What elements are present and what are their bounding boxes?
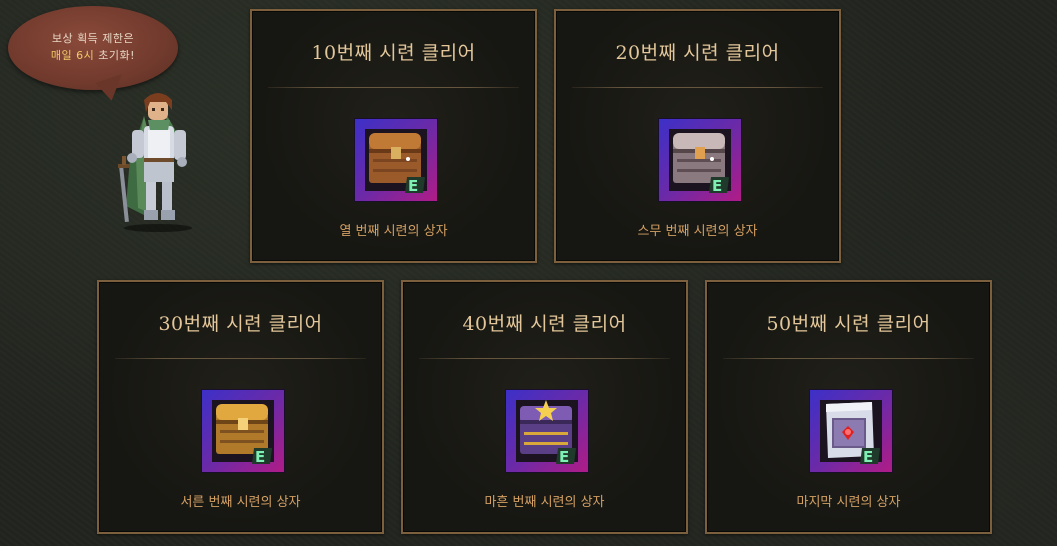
purple-chest-icon[interactable]: E: [505, 389, 589, 473]
card-divider: [115, 358, 366, 359]
gold-chest-icon[interactable]: E: [201, 389, 285, 473]
notice-text: 보상 획득 제한은 매일 6시 초기화!: [8, 30, 178, 64]
knight-character-image: [108, 88, 204, 233]
card-title: 10번째 시련 클리어: [311, 42, 476, 64]
reward-card-10: 10번째 시련 클리어 E 열 번째 시련의 상자: [250, 9, 537, 263]
item-name: 스무 번째 시련의 상자: [637, 224, 758, 239]
reward-card-20: 20번째 시련 클리어 E 스무 번째 시련의 상자: [554, 9, 841, 263]
svg-text:E: E: [408, 177, 418, 195]
item-name: 마흔 번째 시련의 상자: [484, 495, 605, 510]
silver-chest-icon[interactable]: E: [658, 118, 742, 202]
svg-text:E: E: [863, 448, 873, 466]
svg-text:E: E: [712, 177, 722, 195]
card-title: 50번째 시련 클리어: [766, 313, 931, 335]
treasure-chest-icon[interactable]: E: [354, 118, 438, 202]
svg-text:E: E: [255, 448, 265, 466]
item-name: 마지막 시련의 상자: [796, 495, 901, 510]
card-divider: [572, 87, 823, 88]
card-divider: [419, 358, 670, 359]
svg-text:E: E: [559, 448, 569, 466]
notice-line-2: 매일 6시 초기화!: [8, 47, 178, 64]
card-title: 30번째 시련 클리어: [158, 313, 323, 335]
reward-card-50: 50번째 시련 클리어 E 마지막 시련의 상자: [705, 280, 992, 534]
notice-highlight: 매일 6시: [50, 49, 95, 62]
card-divider: [268, 87, 519, 88]
item-name: 서른 번째 시련의 상자: [180, 495, 301, 510]
notice-line-2-rest: 초기화!: [94, 49, 136, 62]
card-divider: [723, 358, 974, 359]
reward-card-30: 30번째 시련 클리어 E 서른 번째 시련의 상자: [97, 280, 384, 534]
card-title: 40번째 시련 클리어: [462, 313, 627, 335]
item-name: 열 번째 시련의 상자: [339, 224, 448, 239]
reward-card-40: 40번째 시련 클리어 E 마흔 번째 시련의 상자: [401, 280, 688, 534]
scroll-chest-icon[interactable]: E: [809, 389, 893, 473]
card-title: 20번째 시련 클리어: [615, 42, 780, 64]
notice-line-1: 보상 획득 제한은: [51, 32, 135, 45]
